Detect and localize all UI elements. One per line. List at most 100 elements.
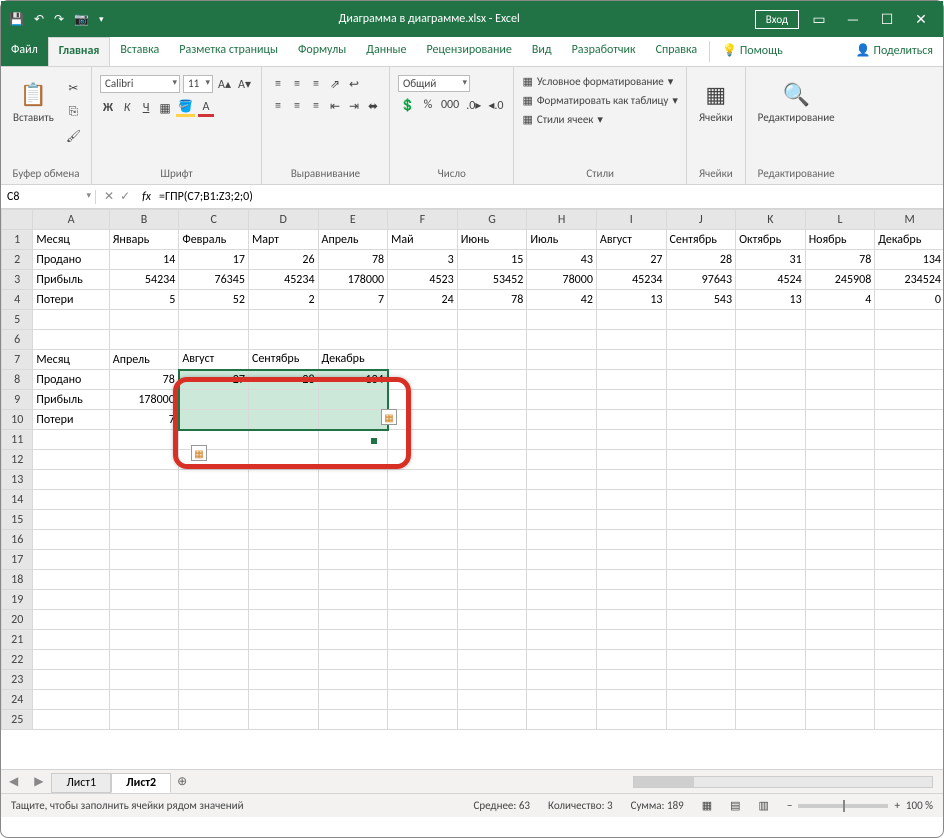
camera-icon[interactable]: 📷 [74, 12, 89, 27]
cell-I16[interactable] [596, 530, 666, 550]
cell-K25[interactable] [736, 710, 806, 730]
tab-developer[interactable]: Разработчик [562, 37, 646, 66]
cell-A14[interactable] [33, 490, 109, 510]
cell-L24[interactable] [805, 690, 875, 710]
cell-J19[interactable] [666, 590, 736, 610]
cell-K17[interactable] [736, 550, 806, 570]
border-icon[interactable]: ▦ [157, 99, 173, 117]
cell-L23[interactable] [805, 670, 875, 690]
cell-J17[interactable] [666, 550, 736, 570]
cell-D1[interactable]: Март [248, 230, 318, 250]
spreadsheet-grid[interactable]: ABCDEFGHIJKLM 1МесяцЯнварьФевральМартАпр… [1, 209, 943, 769]
cell-F9[interactable] [388, 390, 458, 410]
align-left-icon[interactable]: ≡ [270, 97, 286, 115]
cell-F2[interactable]: 3 [388, 250, 458, 270]
cell-H5[interactable] [527, 310, 597, 330]
increase-indent-icon[interactable]: ⇥ [346, 97, 362, 115]
cell-K21[interactable] [736, 630, 806, 650]
cell-H7[interactable] [527, 350, 597, 370]
cell-D18[interactable] [248, 570, 318, 590]
cell-G12[interactable] [457, 450, 527, 470]
cell-G21[interactable] [457, 630, 527, 650]
cell-B21[interactable] [109, 630, 179, 650]
cell-K7[interactable] [736, 350, 806, 370]
zoom-out-icon[interactable]: − [787, 799, 792, 812]
column-header-I[interactable]: I [596, 210, 666, 230]
row-header-21[interactable]: 21 [2, 630, 33, 650]
cell-I21[interactable] [596, 630, 666, 650]
cell-E15[interactable] [318, 510, 388, 530]
cell-F7[interactable] [388, 350, 458, 370]
cell-H2[interactable]: 43 [527, 250, 597, 270]
cell-B19[interactable] [109, 590, 179, 610]
cell-M21[interactable] [875, 630, 943, 650]
cell-L6[interactable] [805, 330, 875, 350]
cancel-formula-icon[interactable]: ✕ [104, 189, 114, 204]
cell-C24[interactable] [179, 690, 249, 710]
autofill-options-icon-2[interactable]: ▦ [191, 445, 207, 461]
cell-B12[interactable] [109, 450, 179, 470]
cell-D23[interactable] [248, 670, 318, 690]
cell-J9[interactable] [666, 390, 736, 410]
cell-H13[interactable] [527, 470, 597, 490]
cell-D7[interactable]: Сентябрь [248, 350, 318, 370]
font-color-icon[interactable]: A [198, 99, 214, 117]
cell-G7[interactable] [457, 350, 527, 370]
cell-F25[interactable] [388, 710, 458, 730]
cell-G16[interactable] [457, 530, 527, 550]
cell-L12[interactable] [805, 450, 875, 470]
cell-L16[interactable] [805, 530, 875, 550]
cell-C9[interactable] [179, 390, 249, 410]
cell-E12[interactable] [318, 450, 388, 470]
cell-D25[interactable] [248, 710, 318, 730]
cell-F21[interactable] [388, 630, 458, 650]
cell-D13[interactable] [248, 470, 318, 490]
cell-B20[interactable] [109, 610, 179, 630]
cell-A23[interactable] [33, 670, 109, 690]
cell-C21[interactable] [179, 630, 249, 650]
formula-input[interactable]: =ГПР(C7;B1:Z3;2;0) [155, 190, 943, 204]
cell-B18[interactable] [109, 570, 179, 590]
cell-L14[interactable] [805, 490, 875, 510]
row-header-23[interactable]: 23 [2, 670, 33, 690]
cell-J3[interactable]: 97643 [666, 270, 736, 290]
cell-E7[interactable]: Декабрь [318, 350, 388, 370]
cell-L19[interactable] [805, 590, 875, 610]
cell-B7[interactable]: Апрель [109, 350, 179, 370]
cell-I20[interactable] [596, 610, 666, 630]
view-layout-icon[interactable]: ▤ [730, 799, 740, 812]
zoom-level[interactable]: 100 % [906, 799, 933, 812]
grow-font-icon[interactable]: A▴ [216, 75, 233, 93]
cell-C3[interactable]: 76345 [179, 270, 249, 290]
cell-G23[interactable] [457, 670, 527, 690]
cell-H6[interactable] [527, 330, 597, 350]
cell-F16[interactable] [388, 530, 458, 550]
enter-formula-icon[interactable]: ✓ [120, 189, 130, 204]
cell-J13[interactable] [666, 470, 736, 490]
merge-icon[interactable]: ⬌ [365, 97, 381, 115]
cell-J7[interactable] [666, 350, 736, 370]
cell-K6[interactable] [736, 330, 806, 350]
undo-icon[interactable]: ↶ [34, 12, 44, 27]
cell-C25[interactable] [179, 710, 249, 730]
cell-M8[interactable] [875, 370, 943, 390]
zoom-in-icon[interactable]: + [894, 799, 899, 812]
maximize-icon[interactable]: ☐ [873, 11, 901, 28]
cell-D24[interactable] [248, 690, 318, 710]
row-header-1[interactable]: 1 [2, 230, 33, 250]
row-header-4[interactable]: 4 [2, 290, 33, 310]
cell-C7[interactable]: Август [179, 350, 249, 370]
cell-I9[interactable] [596, 390, 666, 410]
format-as-table-button[interactable]: ▦Форматировать как таблицу ▾ [522, 94, 677, 107]
cell-A2[interactable]: Продано [33, 250, 109, 270]
row-header-17[interactable]: 17 [2, 550, 33, 570]
cell-G24[interactable] [457, 690, 527, 710]
cell-G8[interactable] [457, 370, 527, 390]
ribbon-options-icon[interactable]: ▭ [805, 11, 833, 28]
cell-I22[interactable] [596, 650, 666, 670]
cell-C18[interactable] [179, 570, 249, 590]
share-button[interactable]: 👤 Поделиться [846, 37, 943, 66]
cell-K24[interactable] [736, 690, 806, 710]
conditional-formatting-button[interactable]: ▦Условное форматирование ▾ [522, 75, 673, 88]
cell-J24[interactable] [666, 690, 736, 710]
